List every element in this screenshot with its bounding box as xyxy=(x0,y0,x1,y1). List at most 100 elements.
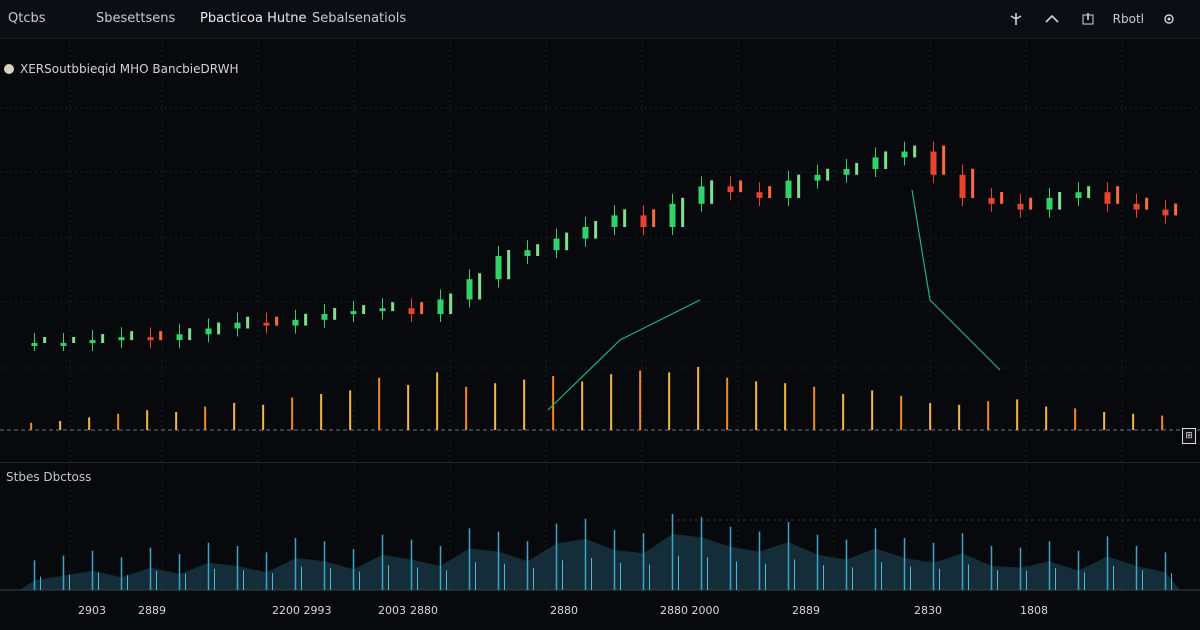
volume-bar-31 xyxy=(929,403,932,430)
candle-body-13 xyxy=(408,308,415,314)
candle-mini-20 xyxy=(623,209,627,227)
candle-body-25 xyxy=(756,192,763,198)
lower-pane-label: Stbes Dbctoss xyxy=(6,470,92,484)
volume-bar-28 xyxy=(842,394,845,430)
volume-bar-35 xyxy=(1045,406,1048,430)
x-axis-label-6: 2880 2000 xyxy=(660,604,720,617)
candle-body-18 xyxy=(553,238,560,251)
candle-body-6 xyxy=(205,328,212,335)
candle-mini-14 xyxy=(449,293,453,314)
x-axis-label-1: 2889 xyxy=(138,604,166,617)
volume-bar-39 xyxy=(1161,415,1164,430)
volume-bar-21 xyxy=(639,370,642,430)
volume-bar-18 xyxy=(552,376,555,430)
legend-marker-icon xyxy=(4,64,14,74)
candle-body-33 xyxy=(988,198,995,204)
chart-canvas: 2903 2889 2200 2993 2003 2880 2880 2880 2000 28… xyxy=(0,40,1200,617)
candle-body-27 xyxy=(814,174,821,181)
volume-bar-9 xyxy=(291,397,294,430)
candle-mini-2 xyxy=(101,334,105,343)
volume-bar-34 xyxy=(1016,399,1019,430)
toolbar-right-label[interactable]: Rbotl xyxy=(1113,12,1144,26)
candle-body-34 xyxy=(1017,203,1024,210)
candle-mini-9 xyxy=(304,313,308,326)
arrow-icon[interactable] xyxy=(1041,8,1063,30)
volume-bar-2 xyxy=(88,417,91,430)
candle-body-9 xyxy=(292,319,299,326)
volume-bar-36 xyxy=(1074,408,1077,430)
candle-mini-1 xyxy=(72,337,76,343)
lower-area xyxy=(20,534,1180,590)
candle-mini-18 xyxy=(565,232,569,251)
volume-bar-5 xyxy=(175,412,178,430)
pane-divider[interactable] xyxy=(0,462,1200,463)
price-scale-marker[interactable]: ⊞ xyxy=(1182,428,1196,444)
volume-bar-29 xyxy=(871,390,874,430)
candle-mini-25 xyxy=(768,186,772,198)
candle-body-4 xyxy=(147,337,154,341)
settings-icon[interactable] xyxy=(1158,8,1180,30)
candle-body-37 xyxy=(1104,192,1111,204)
tab-3[interactable]: Sebalsenatiols xyxy=(312,11,406,26)
candle-mini-10 xyxy=(333,308,337,320)
candle-mini-27 xyxy=(826,168,830,181)
candle-mini-3 xyxy=(130,331,134,341)
x-axis-label-7: 2889 xyxy=(792,604,820,617)
volume-bar-4 xyxy=(146,410,149,430)
candle-body-38 xyxy=(1133,203,1140,210)
volume-bar-24 xyxy=(726,377,729,430)
tab-2[interactable]: Pbacticoa Hutne xyxy=(200,11,306,26)
toolbar-right: Rbotl xyxy=(1005,8,1180,30)
candle-body-10 xyxy=(321,314,328,320)
candle-body-20 xyxy=(611,215,618,227)
candle-mini-28 xyxy=(855,163,859,175)
candle-body-39 xyxy=(1162,209,1169,216)
candle-body-16 xyxy=(495,256,502,280)
candle-body-3 xyxy=(118,337,125,341)
series-legend[interactable]: XERSoutbbieqid MHO BancbieDRWH xyxy=(4,62,238,76)
candle-mini-11 xyxy=(362,305,366,314)
candle-body-1 xyxy=(60,343,67,346)
volume-bar-10 xyxy=(320,394,323,430)
volume-bar-30 xyxy=(900,395,903,430)
candle-body-22 xyxy=(669,203,676,227)
volume-bar-0 xyxy=(30,422,33,430)
volume-bar-23 xyxy=(697,367,700,430)
x-axis-label-3: 2003 xyxy=(378,604,406,617)
candle-body-17 xyxy=(524,250,531,256)
top-toolbar: Qtcbs Sbesettsens Pbacticoa Hutne Sebals… xyxy=(0,0,1200,39)
volume-bar-8 xyxy=(262,404,265,430)
candle-body-26 xyxy=(785,180,792,198)
candle-body-19 xyxy=(582,227,589,239)
volume-bar-12 xyxy=(378,377,381,430)
export-icon[interactable] xyxy=(1077,8,1099,30)
volume-bar-15 xyxy=(465,386,468,430)
x-axis-label-8: 2830 xyxy=(914,604,942,617)
candle-mini-32 xyxy=(971,168,975,198)
candle-mini-16 xyxy=(507,250,511,280)
pin-icon[interactable] xyxy=(1005,8,1027,30)
candle-body-2 xyxy=(89,340,96,344)
candle-mini-24 xyxy=(739,180,743,193)
candle-mini-0 xyxy=(43,337,47,343)
candle-mini-6 xyxy=(217,322,221,335)
candle-mini-33 xyxy=(1000,192,1004,204)
x-axis-label-0: 2903 xyxy=(78,604,106,617)
trendline-up xyxy=(547,299,701,411)
candle-body-23 xyxy=(698,186,705,204)
volume-bar-3 xyxy=(117,413,120,430)
tab-1[interactable]: Sbesettsens xyxy=(96,11,175,26)
candle-body-28 xyxy=(843,169,850,175)
candle-body-11 xyxy=(350,311,357,315)
candle-body-30 xyxy=(901,151,908,158)
volume-bar-19 xyxy=(581,381,584,430)
candle-mini-30 xyxy=(913,145,917,158)
candle-body-8 xyxy=(263,322,270,326)
candle-mini-34 xyxy=(1029,197,1033,210)
tab-0[interactable]: Qtcbs xyxy=(8,11,46,26)
volume-bar-25 xyxy=(755,381,758,430)
candle-mini-22 xyxy=(681,197,685,227)
candle-mini-26 xyxy=(797,174,801,198)
candle-mini-13 xyxy=(420,302,424,314)
candle-mini-21 xyxy=(652,209,656,227)
